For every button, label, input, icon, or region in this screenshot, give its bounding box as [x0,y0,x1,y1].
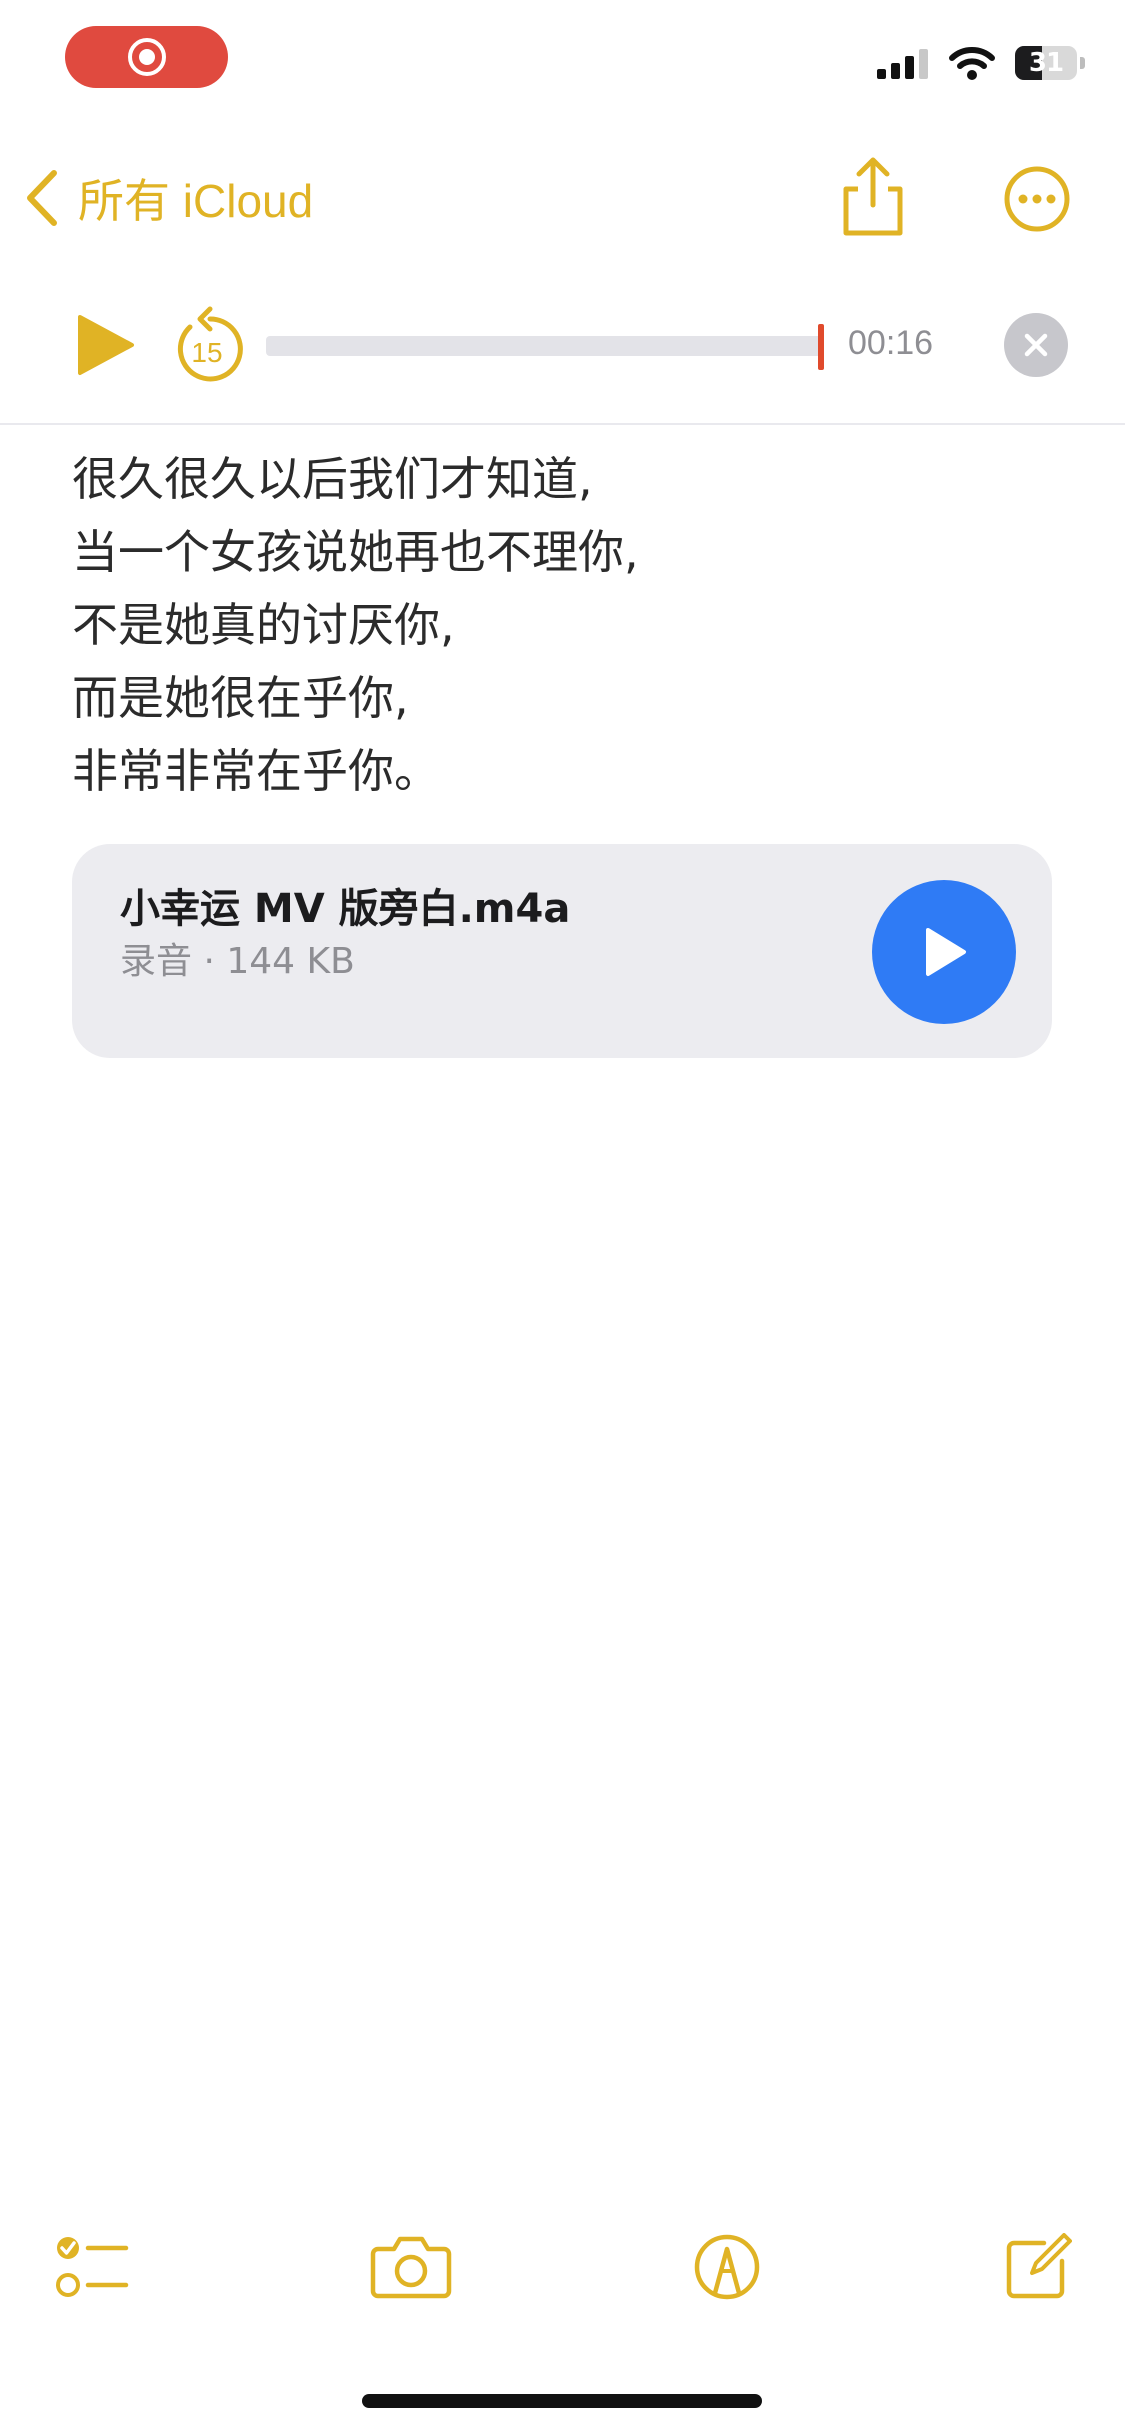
note-line: 很久很久以后我们才知道, [72,452,593,506]
home-indicator[interactable] [362,2394,762,2408]
playback-time: 00:16 [848,324,934,362]
close-player-button[interactable] [1004,313,1068,377]
skip-back-15-icon[interactable]: 15 [170,305,244,385]
playback-playhead[interactable] [818,324,824,370]
camera-icon[interactable] [370,2233,452,2299]
note-body[interactable]: 很久很久以后我们才知道, 当一个女孩说她再也不理你, 不是她真的讨厌你, 而是她… [72,443,1072,808]
wifi-icon [949,47,995,80]
share-icon[interactable] [836,155,910,239]
back-label: 所有 iCloud [78,175,314,227]
status-icons: 31 [877,46,1085,80]
battery-icon: 31 [1015,46,1077,80]
compose-icon[interactable] [1004,2233,1072,2301]
screen-recording-indicator[interactable] [65,26,228,88]
signal-icon [877,49,928,79]
screen-record-icon [127,38,166,76]
attachment-meta: 录音 · 144 KB [120,941,355,982]
note-line: 而是她很在乎你, [72,671,409,725]
close-icon [1024,333,1048,357]
markup-icon[interactable] [693,2233,761,2301]
battery-tip [1080,57,1085,69]
attachment-play-button[interactable] [872,880,1016,1024]
play-icon [926,928,966,976]
audio-attachment[interactable]: 小幸运 MV 版旁白.m4a 录音 · 144 KB [72,844,1052,1058]
note-line: 当一个女孩说她再也不理你, [72,525,639,579]
note-line: 不是她真的讨厌你, [72,598,455,652]
player-divider [0,423,1125,425]
playback-progress-track[interactable] [266,336,822,356]
svg-text:15: 15 [191,337,222,368]
chevron-left-icon [27,170,57,226]
more-icon[interactable] [1003,165,1071,233]
note-line: 非常非常在乎你。 [72,744,440,798]
attachment-title: 小幸运 MV 版旁白.m4a [120,886,571,932]
play-icon[interactable] [76,313,136,377]
back-button[interactable]: 所有 iCloud [24,165,313,231]
checklist-icon[interactable] [54,2233,130,2301]
battery-level: 31 [1028,48,1064,78]
